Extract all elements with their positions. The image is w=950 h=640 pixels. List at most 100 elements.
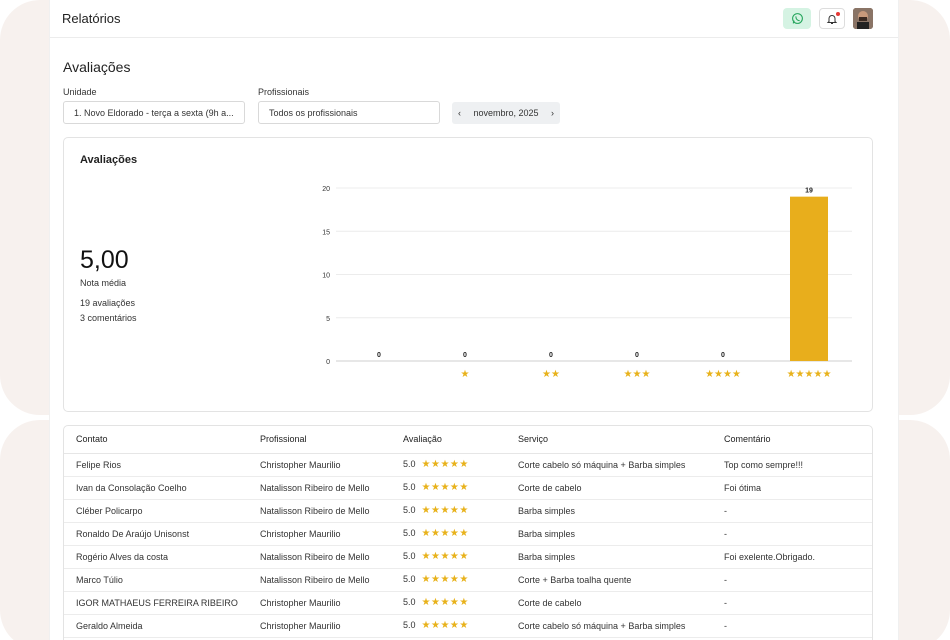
whatsapp-button[interactable] [783, 8, 811, 29]
rating-cell: 5.0 ★★★★★ [391, 522, 506, 546]
column-rating[interactable]: Avaliação [391, 426, 506, 454]
bar-value-label: 0 [721, 352, 725, 359]
professional-cell: Christopher Maurilio [248, 614, 391, 638]
professional-cell: Christopher Maurilio [248, 522, 391, 546]
comment-cell: - [712, 591, 872, 615]
x-tick-label: ★★★★★ [787, 369, 832, 380]
comment-cell: Top como sempre!!! [712, 453, 872, 477]
bar-value-label: 0 [635, 352, 639, 359]
rating-value: 5.0 [403, 528, 416, 538]
service-cell: Barba simples [506, 545, 712, 569]
professional-select[interactable]: Todos os profissionais [258, 101, 440, 124]
table-row[interactable]: Rogério Alves da costa Natalisson Ribeiro… [64, 545, 872, 569]
service-cell: Corte de cabelo [506, 476, 712, 500]
service-cell: Barba simples [506, 499, 712, 523]
bar-value-label: 0 [377, 352, 381, 359]
comment-cell: - [712, 522, 872, 546]
main-card: Relatórios Avaliações Unidade 1. Novo El… [50, 0, 898, 640]
table-header-row: Contato Profissional Avaliação Serviço C… [64, 426, 872, 454]
contact-cell: Felipe Rios [64, 453, 248, 477]
contact-cell: Ivan da Consolação Coelho [64, 476, 248, 500]
rating-cell: 5.0 ★★★★★ [391, 453, 506, 477]
table-row[interactable]: Geraldo Almeida Christopher Maurilio 5.0 ★★… [64, 614, 872, 638]
rating-cell: 5.0 ★★★★★ [391, 591, 506, 615]
professional-cell: Natalisson Ribeiro de Mello [248, 568, 391, 592]
x-tick-label: ★★★★ [705, 369, 741, 380]
bar-value-label: 0 [463, 352, 467, 359]
avatar[interactable] [853, 8, 873, 29]
column-service[interactable]: Serviço [506, 426, 712, 454]
contact-cell: Geraldo Almeida [64, 614, 248, 638]
rating-value: 5.0 [403, 505, 416, 515]
column-comment[interactable]: Comentário [712, 426, 872, 454]
table-row[interactable]: Cléber Policarpo Natalisson Ribeiro de Me… [64, 499, 872, 523]
y-tick-label: 5 [326, 316, 330, 323]
contact-cell: Rogério Alves da costa [64, 545, 248, 569]
rating-cell: 5.0 ★★★★★ [391, 545, 506, 569]
star-rating-icon: ★★★★★ [421, 482, 469, 493]
rating-value: 5.0 [403, 482, 416, 492]
y-tick-label: 15 [322, 229, 330, 236]
topbar: Relatórios [50, 0, 898, 38]
bar-value-label: 19 [805, 188, 813, 195]
unit-label: Unidade [63, 87, 97, 97]
bar-value-label: 0 [549, 352, 553, 359]
page-title: Avaliações [63, 59, 131, 75]
table-row[interactable]: Marco Túlio Natalisson Ribeiro de Mello 5.… [64, 568, 872, 592]
column-professional[interactable]: Profissional [248, 426, 391, 454]
unit-select[interactable]: 1. Novo Eldorado - terça a sexta (9h a..… [63, 101, 245, 124]
table-row[interactable]: IGOR MATHAEUS FERREIRA RIBEIRO Christophe… [64, 591, 872, 615]
rating-cell: 5.0 ★★★★★ [391, 476, 506, 500]
service-cell: Barba simples [506, 522, 712, 546]
contact-cell: Cléber Policarpo [64, 499, 248, 523]
chevron-right-icon[interactable]: › [551, 108, 554, 118]
comment-cell: Foi ótima [712, 476, 872, 500]
month-navigator: ‹ novembro, 2025 › [452, 102, 560, 124]
table-row[interactable]: Felipe Rios Christopher Maurilio 5.0 ★★★★★ C… [64, 453, 872, 477]
chevron-left-icon[interactable]: ‹ [458, 108, 461, 118]
reviews-count: 19 avaliações [80, 298, 136, 308]
professional-cell: Christopher Maurilio [248, 453, 391, 477]
whatsapp-icon [791, 13, 803, 24]
star-rating-icon: ★★★★★ [421, 574, 469, 585]
contact-cell: Ronaldo De Araújo Unisonst [64, 522, 248, 546]
bar [790, 196, 828, 361]
professional-label: Profissionais [258, 87, 310, 97]
service-cell: Corte de cabelo [506, 591, 712, 615]
average-score: 5,00 [80, 246, 129, 274]
ratings-panel: Avaliações 5,00 Nota média 19 avaliações… [63, 137, 873, 412]
month-label: novembro, 2025 [473, 108, 539, 118]
comment-cell: - [712, 614, 872, 638]
x-tick-label: ★ [461, 369, 470, 380]
table-row[interactable]: Ivan da Consolação Coelho Natalisson Ribe… [64, 476, 872, 500]
x-tick-label: ★★ [542, 369, 560, 380]
rating-value: 5.0 [403, 620, 416, 630]
rating-cell: 5.0 ★★★★★ [391, 568, 506, 592]
table-row[interactable]: Ronaldo De Araújo Unisonst Christopher Ma… [64, 522, 872, 546]
comment-cell: Foi exelente.Obrigado. [712, 545, 872, 569]
star-rating-icon: ★★★★★ [421, 620, 469, 631]
column-contact[interactable]: Contato [64, 426, 248, 454]
star-rating-icon: ★★★★★ [421, 528, 469, 539]
y-tick-label: 20 [322, 186, 330, 193]
rating-value: 5.0 [403, 459, 416, 469]
panel-title: Avaliações [80, 154, 138, 166]
professional-cell: Natalisson Ribeiro de Mello [248, 476, 391, 500]
professional-cell: Natalisson Ribeiro de Mello [248, 545, 391, 569]
rating-cell: 5.0 ★★★★★ [391, 499, 506, 523]
comments-count: 3 comentários [80, 313, 137, 323]
rating-value: 5.0 [403, 551, 416, 561]
service-cell: Corte cabelo só máquina + Barba simples [506, 453, 712, 477]
professional-cell: Natalisson Ribeiro de Mello [248, 499, 391, 523]
star-rating-icon: ★★★★★ [421, 459, 469, 470]
avatar-image [853, 8, 873, 29]
rating-value: 5.0 [403, 597, 416, 607]
star-rating-icon: ★★★★★ [421, 551, 469, 562]
contact-cell: Marco Túlio [64, 568, 248, 592]
average-label: Nota média [80, 278, 127, 288]
notifications-button[interactable] [819, 8, 845, 29]
service-cell: Corte + Barba toalha quente [506, 568, 712, 592]
app-title: Relatórios [62, 11, 121, 26]
service-cell: Corte cabelo só máquina + Barba simples [506, 614, 712, 638]
x-tick-label: ★★★ [624, 369, 651, 380]
